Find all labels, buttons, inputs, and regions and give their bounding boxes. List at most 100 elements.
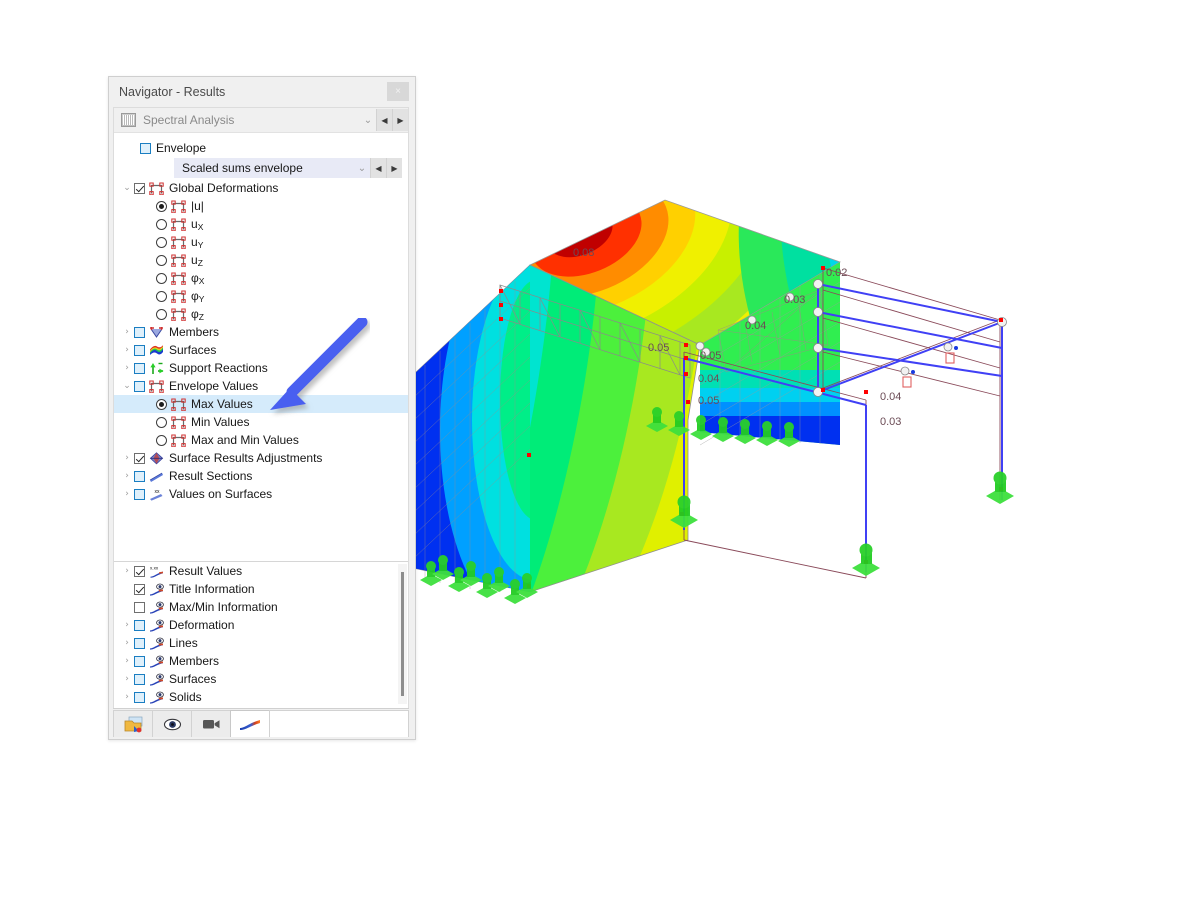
analysis-prev-button[interactable]: ◀ [376, 109, 392, 131]
chevron-right-icon[interactable]: › [120, 674, 134, 684]
chevron-right-icon[interactable]: › [120, 620, 134, 630]
chevron-right-icon[interactable]: › [120, 489, 134, 499]
tree-item-max-and-min-values[interactable]: Max and Min Values [114, 431, 408, 449]
tree-item-label: Max Values [191, 397, 253, 411]
tree-item-result-values[interactable]: › x.xx Result Values [114, 562, 408, 580]
checkbox[interactable] [134, 637, 145, 649]
checkbox[interactable] [134, 673, 145, 685]
chevron-down-icon[interactable]: ⌄ [360, 115, 376, 126]
checkbox[interactable] [134, 362, 145, 374]
results-navigator-tab[interactable] [230, 710, 270, 737]
tree-item-surfaces[interactable]: › Surfaces [114, 341, 408, 359]
chevron-right-icon[interactable]: › [120, 363, 134, 373]
navigator-results-panel[interactable]: Navigator - Results × Spectral Analysis … [108, 76, 416, 740]
radio-button[interactable] [156, 290, 167, 302]
views-navigator-tab[interactable] [191, 710, 231, 737]
tree-item-surfaces[interactable]: › Surfaces [114, 670, 408, 688]
tree-item-label: uX [191, 217, 204, 232]
tree-item-[interactable]: φZ [114, 305, 408, 323]
chevron-right-icon[interactable]: › [120, 471, 134, 481]
tree-item-envelope[interactable]: Envelope [114, 139, 408, 157]
display-tree-bottom[interactable]: › x.xx Result Values Title Information Max/M… [114, 562, 408, 706]
radio-button[interactable] [156, 254, 167, 266]
navigator-tab-strip[interactable] [113, 708, 409, 737]
checkbox[interactable] [134, 182, 145, 194]
radio-button[interactable] [156, 308, 167, 320]
checkbox[interactable] [134, 583, 145, 595]
tree-top-rows: ⌄ Global Deformations |u| uX uY uZ φX φY φZ › Memb… [114, 179, 408, 503]
chevron-right-icon[interactable]: › [120, 327, 134, 337]
tree-item-max-values[interactable]: Max Values [114, 395, 408, 413]
checkbox[interactable] [134, 470, 145, 482]
checkbox[interactable] [134, 326, 145, 338]
tree-item-values-on-surfaces[interactable]: › xx Values on Surfaces [114, 485, 408, 503]
chevron-right-icon[interactable]: › [120, 345, 134, 355]
tree-item-support-reactions[interactable]: › Support Reactions [114, 359, 408, 377]
results-swoosh-icon [240, 719, 260, 730]
radio-button[interactable] [156, 434, 167, 446]
envelope-checkbox[interactable] [140, 142, 151, 154]
tree-item-deformation[interactable]: › Deformation [114, 616, 408, 634]
tree-item-global-deformations[interactable]: ⌄ Global Deformations [114, 179, 408, 197]
chevron-right-icon[interactable]: › [120, 638, 134, 648]
checkbox[interactable] [134, 619, 145, 631]
chevron-down-icon[interactable]: ⌄ [120, 381, 134, 391]
radio-button[interactable] [156, 236, 167, 248]
chevron-right-icon[interactable]: › [120, 453, 134, 463]
radio-button[interactable] [156, 200, 167, 212]
support-reaction-icon [149, 362, 164, 375]
checkbox[interactable] [134, 344, 145, 356]
project-navigator-tab[interactable] [113, 710, 153, 737]
tree-item-envelope-values[interactable]: ⌄ Envelope Values [114, 377, 408, 395]
tree-item-[interactable]: φX [114, 269, 408, 287]
envelope-next-button[interactable]: ▶ [386, 158, 402, 178]
checkbox[interactable] [134, 691, 145, 703]
checkbox[interactable] [134, 565, 145, 577]
checkbox[interactable] [134, 601, 145, 613]
checkbox[interactable] [134, 655, 145, 667]
tree-item-u[interactable]: uX [114, 215, 408, 233]
scrollbar-thumb[interactable] [401, 572, 404, 696]
checkbox[interactable] [134, 488, 145, 500]
display-eye-icon [149, 691, 164, 704]
tree-item-solids[interactable]: › Solids [114, 688, 408, 706]
surface-frame-icon [171, 290, 186, 303]
chevron-right-icon[interactable]: › [120, 692, 134, 702]
checkbox[interactable] [134, 380, 145, 392]
display-navigator-tab[interactable] [152, 710, 192, 737]
radio-button[interactable] [156, 416, 167, 428]
results-tree-top[interactable]: Envelope Scaled sums envelope ⌄ ◀ ▶ ⌄ Glo… [114, 133, 408, 562]
close-icon[interactable]: × [387, 82, 409, 101]
tree-item-members[interactable]: › Members [114, 652, 408, 670]
chevron-right-icon[interactable]: › [120, 566, 134, 576]
radio-button[interactable] [156, 218, 167, 230]
envelope-type-combo[interactable]: Scaled sums envelope ⌄ ◀ ▶ [174, 158, 402, 178]
envelope-prev-button[interactable]: ◀ [370, 158, 386, 178]
tree-item-label: φZ [191, 307, 204, 322]
surface-frame-icon [171, 218, 186, 231]
chevron-right-icon[interactable]: › [120, 656, 134, 666]
result-values-icon: x.xx [149, 565, 164, 578]
tree-item-[interactable]: φY [114, 287, 408, 305]
tree-item-title-information[interactable]: Title Information [114, 580, 408, 598]
tree-item-max-min-information[interactable]: Max/Min Information [114, 598, 408, 616]
tree-item-members[interactable]: › Members [114, 323, 408, 341]
tree-item-result-sections[interactable]: › Result Sections [114, 467, 408, 485]
result-label: 0.03 [880, 416, 901, 428]
chevron-down-icon[interactable]: ⌄ [354, 163, 370, 174]
analysis-type-combo[interactable]: Spectral Analysis ⌄ ◀ ▶ [114, 108, 408, 133]
tree-item-label: uZ [191, 253, 203, 268]
tree-item-min-values[interactable]: Min Values [114, 413, 408, 431]
tree-item-u[interactable]: uZ [114, 251, 408, 269]
radio-button[interactable] [156, 272, 167, 284]
tree-item-label: Support Reactions [169, 361, 268, 375]
tree-item-lines[interactable]: › Lines [114, 634, 408, 652]
tree-item-surface-results-adjustments[interactable]: › Surface Results Adjustments [114, 449, 408, 467]
chevron-down-icon[interactable]: ⌄ [120, 183, 134, 193]
analysis-next-button[interactable]: ▶ [392, 109, 408, 131]
tree-item-u[interactable]: |u| [114, 197, 408, 215]
tree-scrollbar[interactable] [398, 564, 407, 704]
radio-button[interactable] [156, 398, 167, 410]
checkbox[interactable] [134, 452, 145, 464]
tree-item-u[interactable]: uY [114, 233, 408, 251]
